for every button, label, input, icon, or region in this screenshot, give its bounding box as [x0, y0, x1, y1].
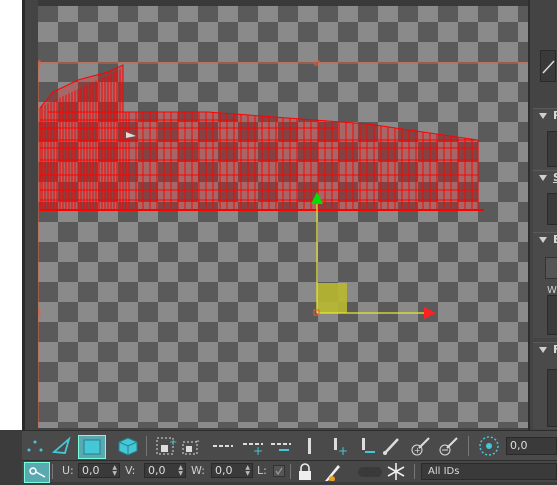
svg-text:+: + — [169, 437, 177, 448]
uv-wireframe-mesh[interactable] — [39, 64, 484, 211]
select-edge-icon[interactable] — [50, 435, 74, 457]
rollout-section-4[interactable]: F — [533, 342, 557, 429]
gizmo-plane-handle[interactable] — [317, 283, 347, 313]
paint-select-icon[interactable] — [380, 435, 402, 457]
loop-grow-icon[interactable]: + — [240, 435, 266, 457]
v-field[interactable]: 0,0 ▲ ▼ — [144, 463, 186, 478]
absolute-mode-icon[interactable] — [24, 462, 50, 483]
separator — [290, 464, 291, 479]
texture-swatch[interactable] — [547, 295, 557, 335]
spinner-arrows-icon[interactable]: ▲ ▼ — [178, 465, 183, 477]
loop-shrink-icon[interactable] — [268, 435, 294, 457]
shrink-selection-icon[interactable]: - — [180, 435, 204, 457]
ring-select-icon[interactable] — [302, 435, 318, 457]
l-label: L: — [257, 464, 267, 477]
separator — [146, 436, 147, 456]
coordinates-toolbar: U: 0,0 ▲ ▼ V: 0,0 ▲ ▼ W: 0,0 ▲ ▼ L: All IDs — [22, 460, 557, 483]
rollout-content — [547, 131, 557, 167]
move-gizmo[interactable] — [311, 192, 436, 319]
svg-text:+: + — [253, 444, 263, 456]
rollout-title: S — [553, 171, 557, 184]
spinner-arrows-icon[interactable]: ▲ ▼ — [112, 465, 117, 477]
select-vertex-icon[interactable] — [24, 435, 46, 457]
rollout-title: E — [553, 233, 557, 246]
viewport-top-bar — [38, 0, 528, 6]
toggle-slider[interactable] — [358, 467, 382, 477]
select-element-icon[interactable] — [116, 435, 140, 457]
tool-button[interactable] — [540, 50, 556, 82]
texture-icon[interactable] — [545, 257, 557, 279]
w-value: 0,0 — [215, 464, 233, 477]
u-value: 0,0 — [82, 464, 100, 477]
left-strip — [0, 0, 22, 430]
chevron-down-icon — [539, 113, 547, 119]
pin-icon[interactable] — [322, 463, 342, 482]
rollout-title: R — [553, 109, 557, 122]
id-filter-dropdown[interactable]: All IDs — [421, 463, 557, 480]
u-field[interactable]: 0,0 ▲ ▼ — [78, 463, 120, 478]
separator — [414, 464, 415, 479]
w-field[interactable]: 0,0 ▲ ▼ — [211, 463, 253, 478]
rollout-content — [547, 193, 557, 225]
lock-checkbox[interactable] — [273, 465, 285, 477]
chevron-down-icon — [539, 237, 547, 243]
lock-icon[interactable] — [296, 463, 314, 481]
falloff-value-field[interactable]: 0,0 — [506, 437, 557, 455]
v-value: 0,0 — [148, 464, 166, 477]
paint-grow-icon[interactable]: + — [408, 435, 432, 457]
rollout-section-1[interactable]: R — [533, 108, 557, 171]
rollout-title: F — [553, 343, 557, 356]
paint-shrink-icon[interactable] — [436, 435, 460, 457]
pen-icon — [542, 60, 555, 74]
u-label: U: — [62, 464, 74, 477]
falloff-value: 0,0 — [510, 439, 528, 452]
w-label: W: — [191, 464, 205, 477]
grow-selection-icon[interactable]: + — [154, 435, 178, 457]
uv-editor-viewport[interactable] — [38, 0, 528, 428]
ring-grow-icon[interactable]: + — [328, 435, 350, 457]
svg-text:-: - — [196, 436, 200, 447]
freeze-icon[interactable] — [386, 462, 406, 481]
separator — [52, 464, 53, 479]
loop-select-icon[interactable] — [210, 435, 236, 457]
svg-text:+: + — [338, 444, 348, 456]
uv-canvas[interactable] — [38, 0, 528, 428]
rollout-content — [547, 369, 557, 427]
separator — [468, 436, 469, 456]
soft-selection-icon[interactable] — [476, 435, 502, 457]
select-polygon-icon[interactable] — [78, 435, 106, 459]
rollout-section-2[interactable]: S — [533, 170, 557, 233]
id-filter-value: All IDs — [428, 466, 460, 477]
selection-toolbar: + - + + + 0,0 — [22, 430, 557, 461]
spinner-arrows-icon[interactable]: ▲ ▼ — [245, 465, 250, 477]
right-panel: R S E W F — [528, 0, 557, 430]
ring-shrink-icon[interactable] — [356, 435, 378, 457]
chevron-down-icon — [539, 175, 547, 181]
svg-text:+: + — [414, 446, 421, 455]
rollout-section-3[interactable]: E W — [533, 232, 557, 338]
v-label: V: — [125, 464, 136, 477]
chevron-down-icon — [539, 347, 547, 353]
gizmo-x-arrow[interactable] — [424, 307, 436, 319]
